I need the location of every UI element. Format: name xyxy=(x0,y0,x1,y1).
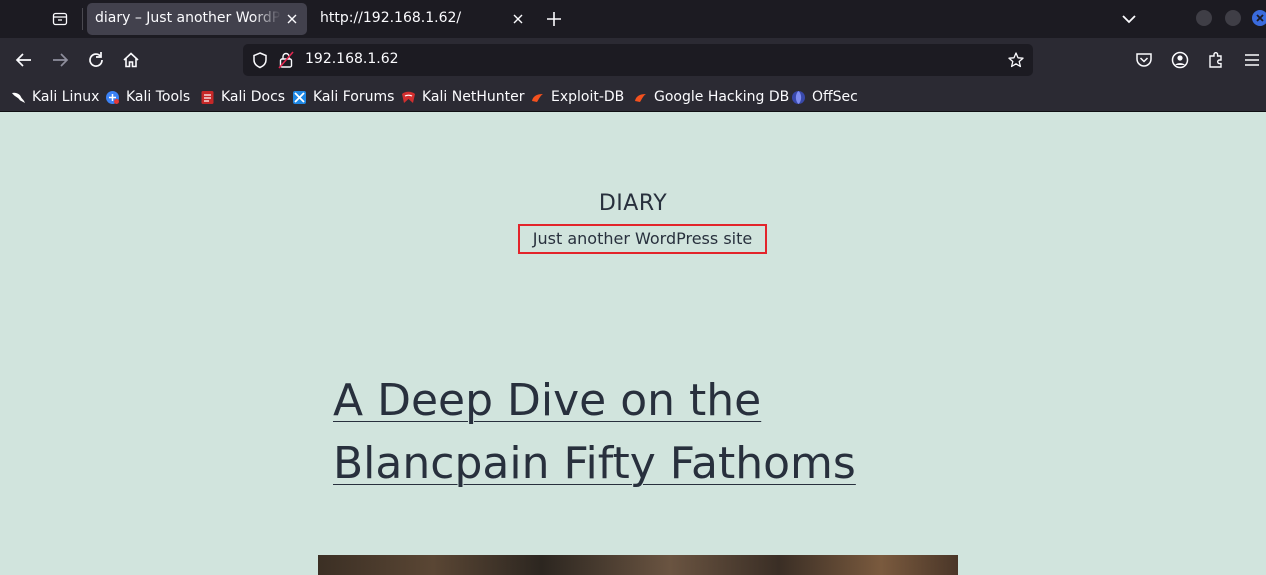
ghdb-icon xyxy=(633,90,648,105)
kali-nethunter-icon xyxy=(401,90,416,105)
home-icon[interactable] xyxy=(120,49,142,71)
tab-diary[interactable]: diary – Just another WordPress site xyxy=(87,3,307,35)
exploit-db-icon xyxy=(530,90,545,105)
account-icon[interactable] xyxy=(1170,50,1190,70)
tab-ip-address[interactable]: http://192.168.1.62/ xyxy=(311,3,533,35)
maximize-window-button[interactable] xyxy=(1225,10,1241,26)
close-icon xyxy=(1256,14,1264,22)
offsec-icon xyxy=(791,90,806,105)
bookmark-kali-linux[interactable]: Kali Linux xyxy=(11,88,99,106)
reload-icon[interactable] xyxy=(85,49,107,71)
bookmark-offsec[interactable]: OffSec xyxy=(791,88,858,106)
tab-divider xyxy=(82,8,83,30)
kali-forums-icon xyxy=(292,90,307,105)
firefox-view-button[interactable] xyxy=(44,4,76,34)
url-text[interactable]: 192.168.1.62 xyxy=(305,51,399,67)
bookmark-kali-tools[interactable]: Kali Tools xyxy=(105,88,190,106)
address-bar[interactable]: 192.168.1.62 xyxy=(243,44,1033,76)
bookmark-kali-nethunter[interactable]: Kali NetHunter xyxy=(401,88,524,106)
site-description: Just another WordPress site xyxy=(532,229,753,248)
minimize-window-button[interactable] xyxy=(1196,10,1212,26)
navigation-toolbar: 192.168.1.62 xyxy=(0,38,1266,82)
tab-title: diary – Just another WordPress site xyxy=(95,10,281,26)
firefox-view-icon xyxy=(52,12,68,26)
forward-arrow-icon[interactable] xyxy=(49,49,71,71)
bookmark-exploit-db[interactable]: Exploit-DB xyxy=(530,88,624,106)
list-all-tabs-chevron-icon[interactable] xyxy=(1118,8,1140,30)
kali-docs-icon xyxy=(200,90,215,105)
featured-image[interactable] xyxy=(318,555,958,575)
bookmark-google-hacking-db[interactable]: Google Hacking DB xyxy=(633,88,789,106)
tracking-protection-shield-icon[interactable] xyxy=(251,51,269,69)
tab-title: http://192.168.1.62/ xyxy=(320,10,462,26)
bookmark-star-icon[interactable] xyxy=(1007,51,1025,69)
close-tab-icon[interactable] xyxy=(511,12,525,26)
bookmark-kali-docs[interactable]: Kali Docs xyxy=(200,88,285,106)
back-arrow-icon[interactable] xyxy=(13,49,35,71)
kali-tools-icon xyxy=(105,90,120,105)
site-title[interactable]: DIARY xyxy=(0,191,1266,216)
new-tab-plus-icon[interactable] xyxy=(542,8,566,30)
post-title-link[interactable]: A Deep Dive on the Blancpain Fifty Fatho… xyxy=(333,375,856,489)
close-window-button[interactable] xyxy=(1252,10,1266,26)
bookmarks-toolbar: Kali Linux Kali Tools Kali Docs Kali For… xyxy=(0,82,1266,112)
kali-dragon-icon xyxy=(11,90,26,105)
highlight-box: Just another WordPress site xyxy=(518,224,767,254)
post-title: A Deep Dive on the Blancpain Fifty Fatho… xyxy=(333,369,933,495)
page-content: DIARY Just another WordPress site A Deep… xyxy=(0,113,1266,575)
bookmark-kali-forums[interactable]: Kali Forums xyxy=(292,88,394,106)
insecure-lock-icon[interactable] xyxy=(278,51,294,69)
menu-hamburger-icon[interactable] xyxy=(1242,50,1262,70)
pocket-icon[interactable] xyxy=(1134,50,1154,70)
tab-strip: diary – Just another WordPress site http… xyxy=(0,0,1266,38)
close-tab-icon[interactable] xyxy=(285,12,299,26)
extensions-puzzle-icon[interactable] xyxy=(1206,50,1226,70)
